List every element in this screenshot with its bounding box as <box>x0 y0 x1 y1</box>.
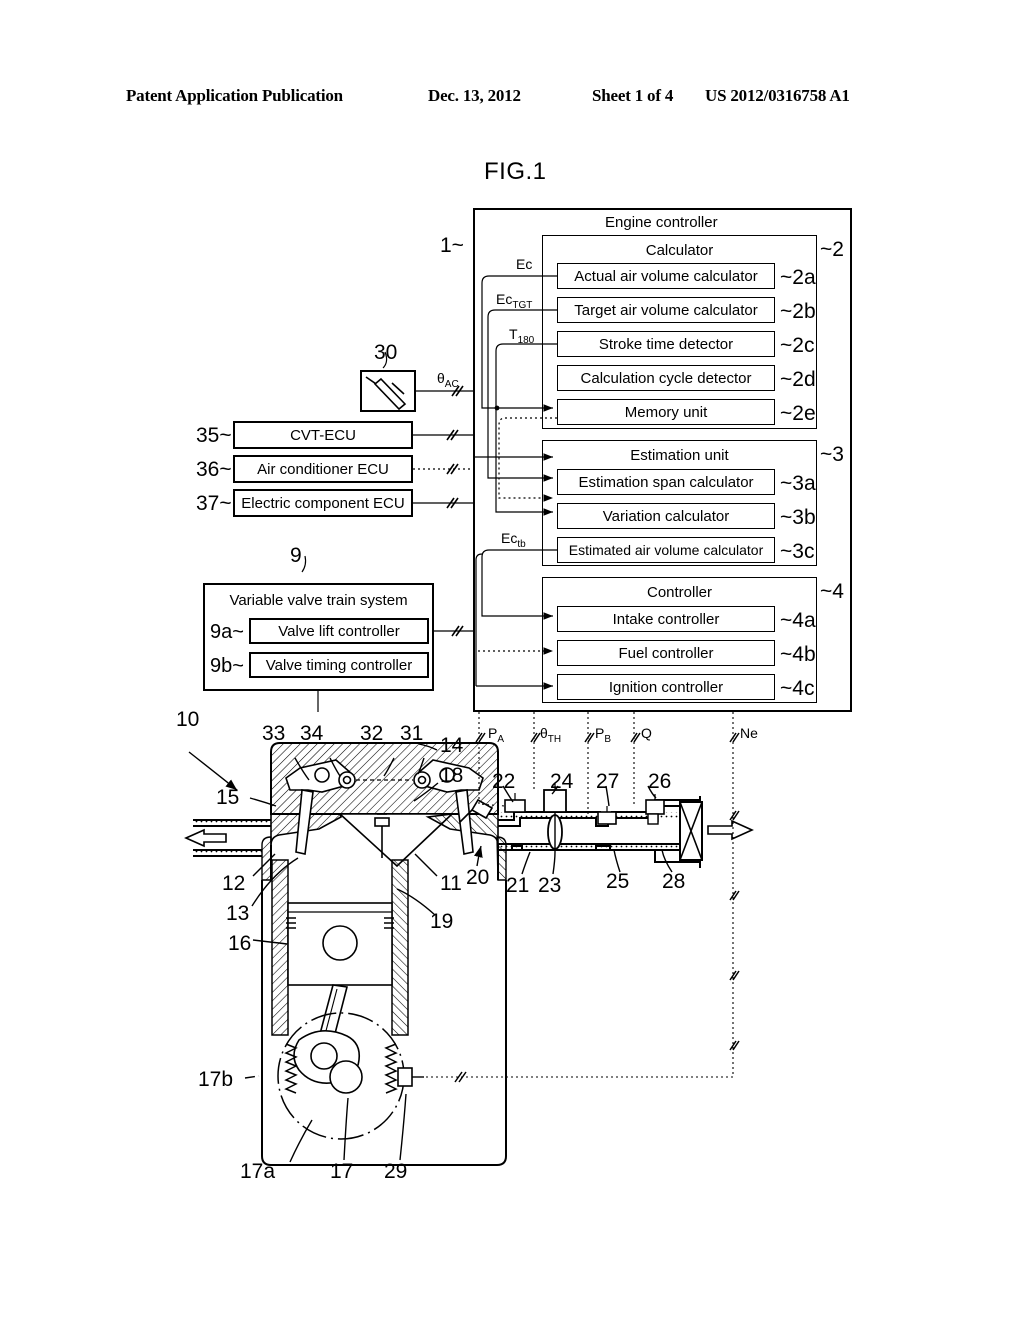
callout-13: 13 <box>226 902 249 925</box>
leader-9 <box>301 555 307 573</box>
callout-21: 21 <box>506 874 529 897</box>
callout-15: 15 <box>216 786 239 809</box>
leader-25 <box>613 849 621 873</box>
callout-20: 20 <box>466 866 489 889</box>
callout-24: 24 <box>550 770 574 793</box>
exhaust-arrow <box>184 828 227 848</box>
callout-23: 23 <box>538 874 561 897</box>
callout-31: 31 <box>400 722 423 745</box>
callout-26: 26 <box>648 770 671 793</box>
callout-22: 22 <box>492 770 515 793</box>
leader-23 <box>552 851 556 875</box>
callout-12: 12 <box>222 872 245 895</box>
wire-t180-route <box>495 343 553 516</box>
callout-17: 17 <box>330 1160 353 1183</box>
leader-20 <box>473 845 483 867</box>
callout-10: 10 <box>176 708 199 731</box>
wire-ectgt-route <box>487 309 553 482</box>
callout-25: 25 <box>606 870 629 893</box>
leader-10 <box>188 751 238 791</box>
callout-29: 29 <box>384 1160 407 1183</box>
callout-16: 16 <box>228 932 251 955</box>
crank-angle-sensor <box>397 1067 413 1087</box>
callout-34: 34 <box>300 722 324 745</box>
callout-17a: 17a <box>240 1160 275 1183</box>
callout-19: 19 <box>430 910 453 933</box>
sensor-27 <box>597 811 617 825</box>
leader-21 <box>521 851 531 875</box>
wire-ectb-route <box>481 549 553 620</box>
wire-ec-route <box>481 275 530 409</box>
callout-32: 32 <box>360 722 383 745</box>
leader-30 <box>382 351 388 369</box>
callout-33: 33 <box>262 722 285 745</box>
callout-14: 14 <box>440 734 464 757</box>
wire-ignition-route <box>475 553 483 686</box>
crankshaft-center <box>329 1060 363 1094</box>
wire-memory-return <box>498 417 557 502</box>
callout-18: 18 <box>440 764 463 787</box>
callout-17b: 17b <box>198 1068 233 1091</box>
figure-linework: 10 33 34 32 31 14 18 15 12 11 13 19 16 2… <box>176 275 754 1183</box>
callout-27: 27 <box>596 770 619 793</box>
leader-29 <box>399 1093 407 1161</box>
throttle-sensor-24 <box>543 789 567 813</box>
callout-11: 11 <box>440 872 462 895</box>
leader-17b <box>244 1075 260 1079</box>
intake-arrow <box>707 819 754 841</box>
leader-17 <box>343 1097 349 1161</box>
sensor-22 <box>504 799 526 813</box>
patent-figure-sheet: Patent Application Publication Dec. 13, … <box>0 0 1024 1320</box>
leader-17a <box>289 1119 313 1163</box>
leader-11 <box>414 853 438 877</box>
callout-28: 28 <box>662 870 685 893</box>
sensor-26 <box>645 799 665 815</box>
